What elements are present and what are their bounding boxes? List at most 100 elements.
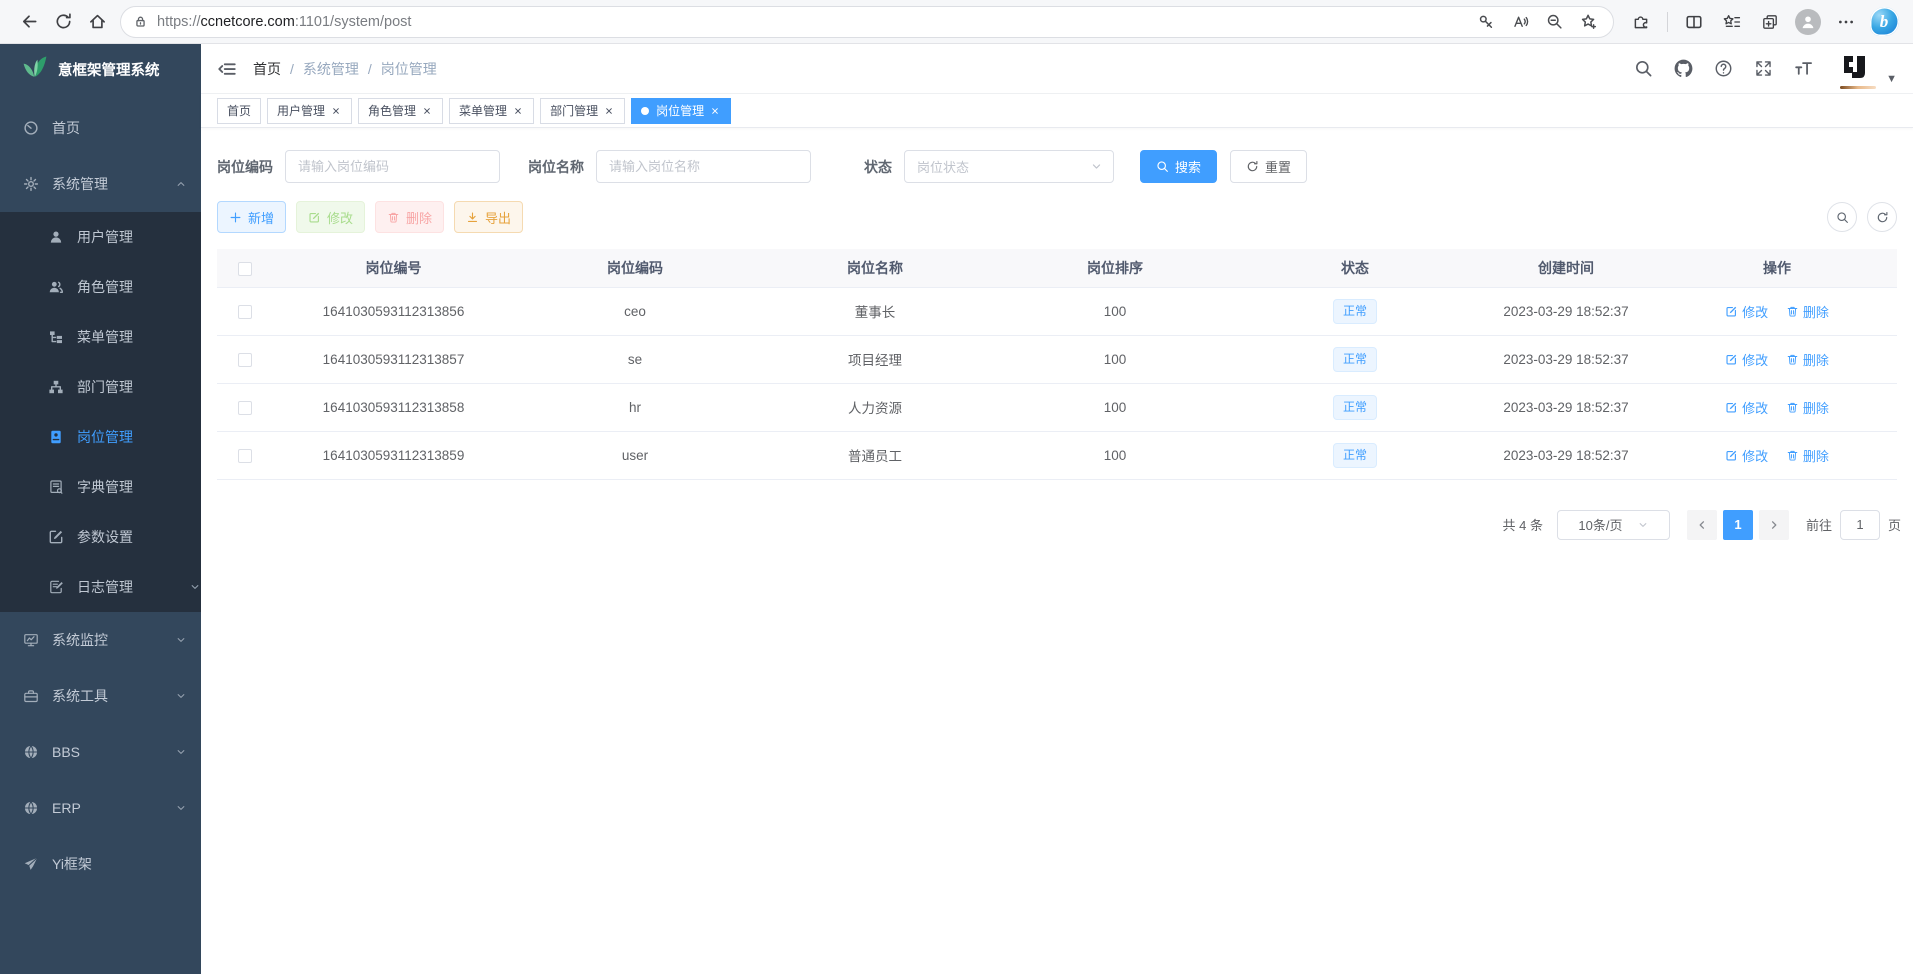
delete-button[interactable]: 删除	[375, 201, 444, 233]
app-logo[interactable]: 意框架管理系统	[0, 44, 201, 94]
trash-icon	[1786, 449, 1799, 462]
address-bar[interactable]: https://ccnetcore.com:1101/system/post	[120, 6, 1614, 38]
tab-user-management[interactable]: 用户管理	[267, 98, 352, 124]
page-1-button[interactable]: 1	[1723, 510, 1753, 540]
row-checkbox[interactable]	[238, 353, 252, 367]
sidebar-item-post-management[interactable]: 岗位管理	[0, 412, 201, 462]
close-icon[interactable]	[421, 105, 433, 117]
tab-home[interactable]: 首页	[217, 98, 261, 124]
row-edit-link[interactable]: 修改	[1725, 302, 1768, 321]
refresh-table-button[interactable]	[1867, 202, 1897, 232]
edit-icon	[1725, 353, 1738, 366]
tab-post-management[interactable]: 岗位管理	[631, 98, 731, 124]
sidebar-item-home[interactable]: 首页	[0, 100, 201, 156]
row-delete-link[interactable]: 删除	[1786, 302, 1829, 321]
add-button[interactable]: 新增	[217, 201, 286, 233]
row-delete-link[interactable]: 删除	[1786, 446, 1829, 465]
browser-menu-icon[interactable]	[1829, 5, 1863, 39]
close-icon[interactable]	[330, 105, 342, 117]
table-row[interactable]: 1641030593112313858 hr 人力资源 100 正常 2023-…	[217, 383, 1897, 431]
status-badge: 正常	[1333, 395, 1377, 420]
edit-button[interactable]: 修改	[296, 201, 365, 233]
post-name-input[interactable]	[596, 150, 811, 183]
post-code-input[interactable]	[285, 150, 500, 183]
browser-profile-icon[interactable]	[1791, 5, 1825, 39]
reset-button[interactable]: 重置	[1230, 150, 1307, 183]
add-favorite-icon[interactable]	[1573, 7, 1603, 37]
breadcrumb-home[interactable]: 首页	[253, 59, 281, 79]
trash-icon	[1786, 305, 1799, 318]
user-avatar-menu[interactable]: ▼	[1838, 49, 1897, 89]
collections-icon[interactable]	[1753, 5, 1787, 39]
sidebar-item-log-management[interactable]: 日志管理	[0, 562, 201, 612]
select-all-checkbox[interactable]	[238, 262, 252, 276]
col-post-id: 岗位编号	[272, 249, 515, 287]
bing-chat-icon[interactable]: b	[1867, 5, 1901, 39]
browser-home-icon[interactable]	[80, 5, 114, 39]
header-search-icon[interactable]	[1634, 59, 1653, 78]
sidebar-item-system-management[interactable]: 系统管理	[0, 156, 201, 212]
zoom-out-icon[interactable]	[1539, 7, 1569, 37]
url-text[interactable]: https://ccnetcore.com:1101/system/post	[157, 14, 411, 30]
goto-page-input[interactable]	[1840, 510, 1880, 540]
row-edit-link[interactable]: 修改	[1725, 398, 1768, 417]
sidebar-item-role-management[interactable]: 角色管理	[0, 262, 201, 312]
globe-icon	[23, 800, 39, 816]
sidebar-item-dict-management[interactable]: 字典管理	[0, 462, 201, 512]
close-icon[interactable]	[512, 105, 524, 117]
chevron-down-icon	[175, 746, 187, 758]
next-page-button[interactable]	[1759, 510, 1789, 540]
sidebar-item-system-tools[interactable]: 系统工具	[0, 668, 201, 724]
total-count: 共 4 条	[1503, 515, 1543, 534]
browser-refresh-icon[interactable]	[46, 5, 80, 39]
page-size-select[interactable]: 10条/页	[1557, 510, 1670, 540]
status-select[interactable]: 岗位状态	[904, 150, 1114, 183]
table-row[interactable]: 1641030593112313857 se 项目经理 100 正常 2023-…	[217, 335, 1897, 383]
read-aloud-icon[interactable]	[1505, 7, 1535, 37]
tab-dept-management[interactable]: 部门管理	[540, 98, 625, 124]
sidebar-item-param-settings[interactable]: 参数设置	[0, 512, 201, 562]
export-button[interactable]: 导出	[454, 201, 523, 233]
tab-role-management[interactable]: 角色管理	[358, 98, 443, 124]
font-size-icon[interactable]	[1794, 59, 1813, 78]
sidebar-item-system-monitor[interactable]: 系统监控	[0, 612, 201, 668]
org-chart-icon	[48, 379, 64, 395]
row-edit-link[interactable]: 修改	[1725, 350, 1768, 369]
edit-icon	[1725, 305, 1738, 318]
sidebar: 意框架管理系统 首页 系统管理 用户管理	[0, 44, 201, 974]
password-key-icon[interactable]	[1471, 7, 1501, 37]
sidebar-item-bbs[interactable]: BBS	[0, 724, 201, 780]
sidebar-item-erp[interactable]: ERP	[0, 780, 201, 836]
sidebar-item-menu-management[interactable]: 菜单管理	[0, 312, 201, 362]
prev-page-button[interactable]	[1687, 510, 1717, 540]
tab-menu-management[interactable]: 菜单管理	[449, 98, 534, 124]
split-screen-icon[interactable]	[1677, 5, 1711, 39]
row-edit-link[interactable]: 修改	[1725, 446, 1768, 465]
close-icon[interactable]	[709, 105, 721, 117]
fullscreen-icon[interactable]	[1754, 59, 1773, 78]
github-icon[interactable]	[1674, 59, 1693, 78]
app-navbar: 首页 / 系统管理 / 岗位管理	[201, 44, 1913, 94]
sidebar-item-dept-management[interactable]: 部门管理	[0, 362, 201, 412]
edit-icon	[1725, 449, 1738, 462]
row-checkbox[interactable]	[238, 401, 252, 415]
trash-icon	[1786, 353, 1799, 366]
sidebar-item-yi-framework[interactable]: Yi框架	[0, 836, 201, 892]
col-post-code: 岗位编码	[515, 249, 755, 287]
active-tab-dot	[641, 107, 649, 115]
row-delete-link[interactable]: 删除	[1786, 398, 1829, 417]
sidebar-item-user-management[interactable]: 用户管理	[0, 212, 201, 262]
search-button[interactable]: 搜索	[1140, 150, 1217, 183]
sidebar-collapse-icon[interactable]	[217, 59, 237, 79]
close-icon[interactable]	[603, 105, 615, 117]
table-row[interactable]: 1641030593112313856 ceo 董事长 100 正常 2023-…	[217, 287, 1897, 335]
row-checkbox[interactable]	[238, 449, 252, 463]
browser-back-icon[interactable]	[12, 5, 46, 39]
help-icon[interactable]	[1714, 59, 1733, 78]
favorites-icon[interactable]	[1715, 5, 1749, 39]
toggle-search-button[interactable]	[1827, 202, 1857, 232]
extensions-icon[interactable]	[1624, 5, 1658, 39]
row-checkbox[interactable]	[238, 305, 252, 319]
table-row[interactable]: 1641030593112313859 user 普通员工 100 正常 202…	[217, 431, 1897, 479]
row-delete-link[interactable]: 删除	[1786, 350, 1829, 369]
